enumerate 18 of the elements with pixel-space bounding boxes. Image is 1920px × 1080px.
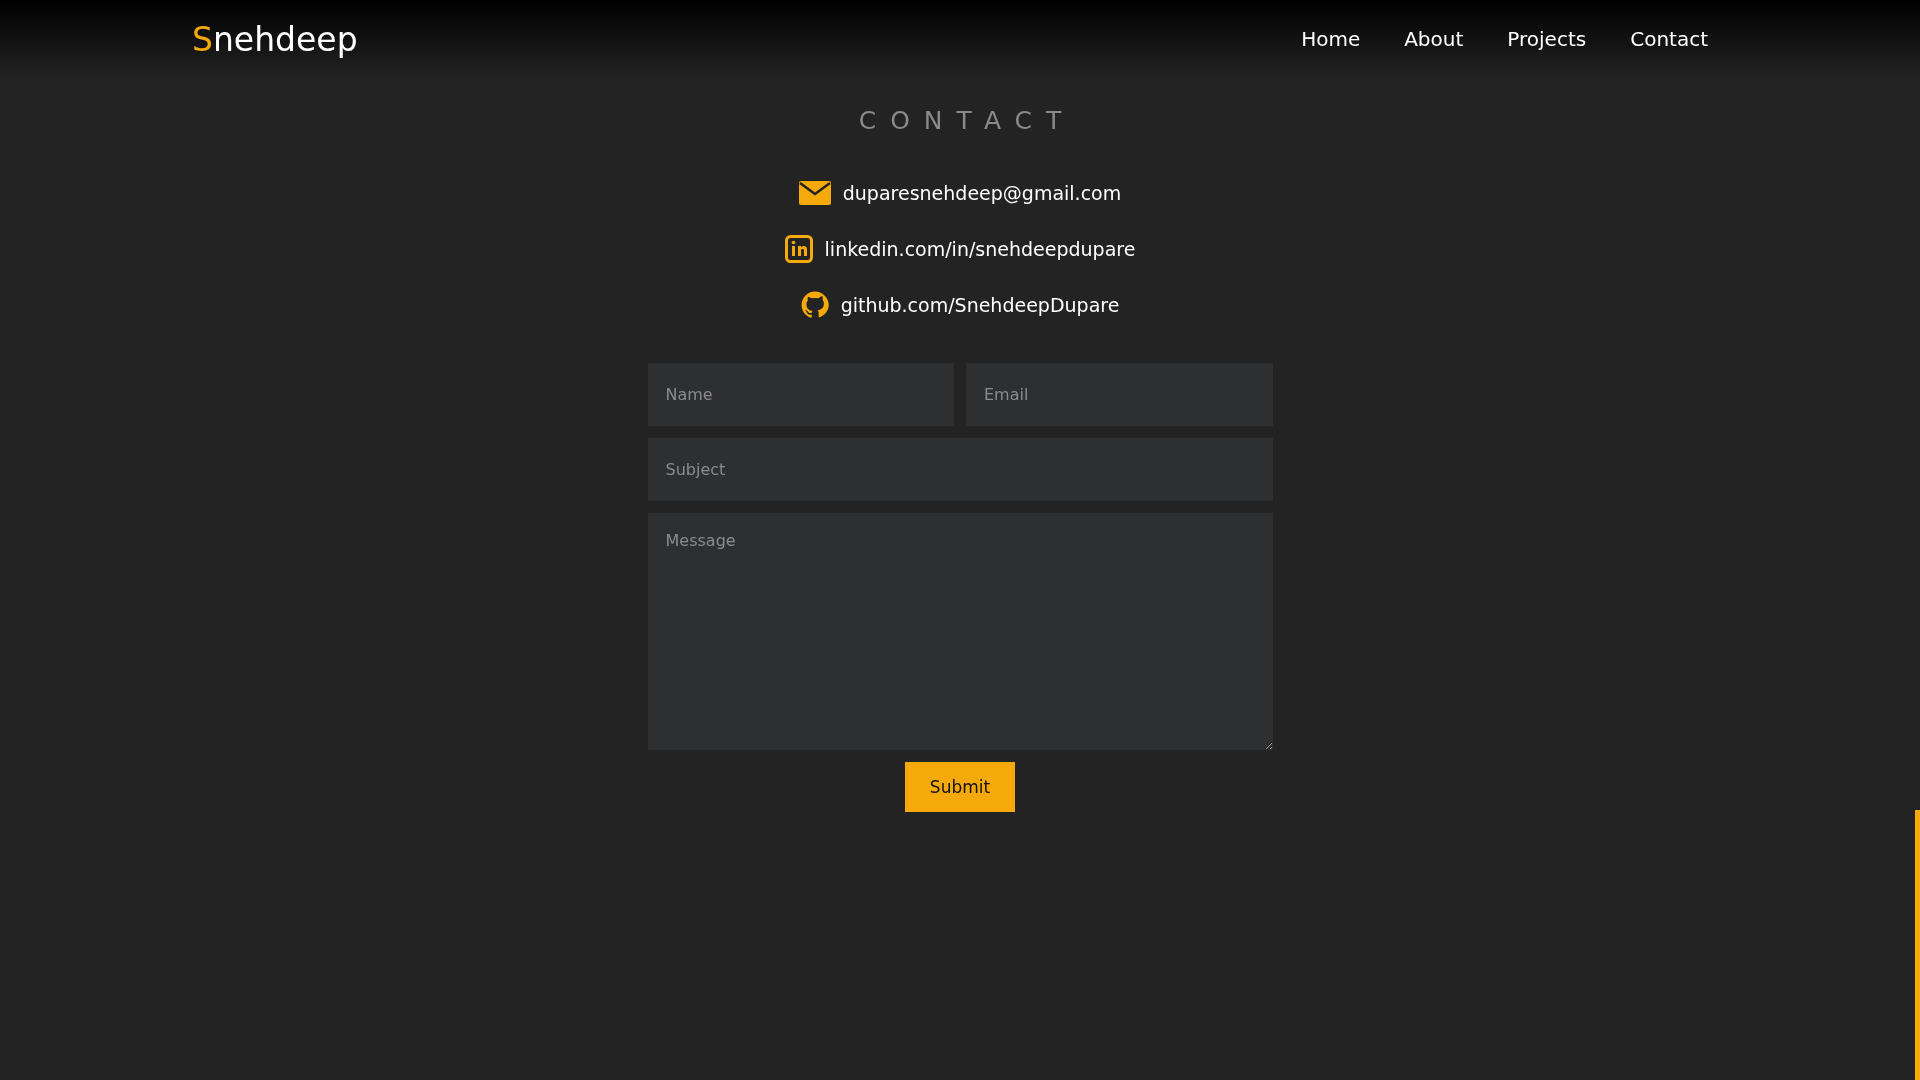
email-link[interactable]: duparesnehdeep@gmail.com (842, 182, 1122, 204)
profile-link[interactable]: linkedin.com/in/snehdeepdupare (824, 238, 1136, 260)
envelope-icon (798, 181, 831, 205)
github-icon (800, 291, 829, 319)
message-textarea[interactable]: Message (647, 513, 1273, 750)
submit-button[interactable]: Submit (905, 762, 1015, 812)
nav-link[interactable]: About (1404, 27, 1464, 51)
scrollbar-thumb[interactable] (1915, 810, 1920, 1080)
section-title: CONTACT (857, 106, 1076, 135)
nav-link[interactable]: Contact (1630, 27, 1708, 51)
email-input[interactable]: Email (966, 363, 1273, 426)
linkedin-icon (784, 235, 813, 263)
nav-link[interactable]: Home (1301, 27, 1361, 51)
profile-link[interactable]: github.com/SnehdeepDupare (840, 294, 1120, 316)
subject-input[interactable]: Subject (647, 438, 1273, 501)
nav-link[interactable]: Projects (1507, 27, 1587, 51)
site-logo[interactable]: Snehdeep (192, 19, 358, 59)
name-input[interactable]: Name (647, 363, 954, 426)
